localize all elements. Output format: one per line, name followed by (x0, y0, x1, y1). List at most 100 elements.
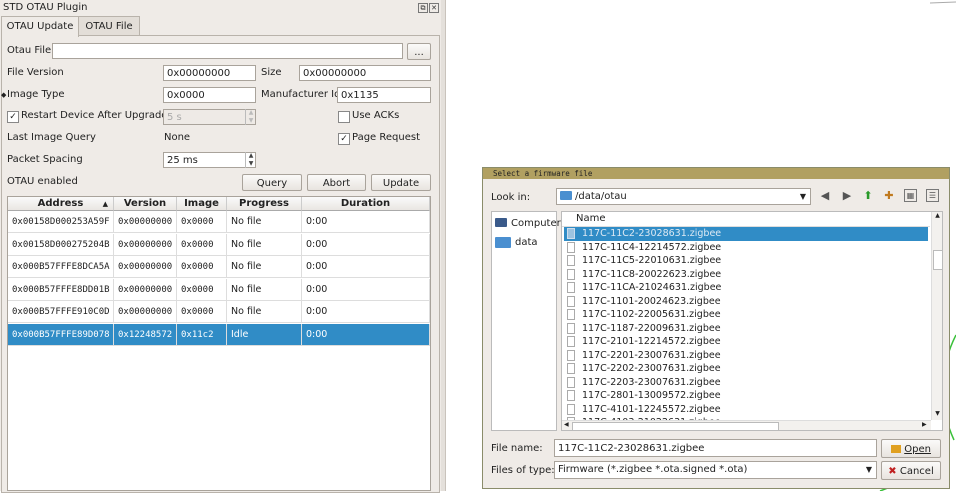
detail-view-icon[interactable]: ☰ (926, 189, 939, 202)
packet-spacing-spin-arrows[interactable]: ▲ ▼ (245, 152, 256, 168)
use-acks-checkbox[interactable] (338, 111, 350, 123)
cell-image: 0x0000 (177, 211, 227, 233)
place-data-label: data (515, 237, 538, 248)
manufacturer-id-field[interactable]: 0x1135 (337, 87, 431, 103)
cancel-button[interactable]: ✖ Cancel (881, 461, 941, 480)
dock-splitter[interactable] (441, 0, 446, 491)
file-version-field[interactable]: 0x00000000 (163, 65, 256, 81)
new-folder-icon[interactable]: ✚ (882, 189, 896, 203)
float-icon[interactable]: ⧉ (418, 3, 428, 13)
row-marker-icon: ◆ (1, 91, 7, 99)
file-list-item[interactable]: 117C-4101-12245572.zigbee (564, 403, 928, 417)
scroll-up-icon[interactable]: ▲ (932, 212, 942, 219)
file-list-item[interactable]: 117C-11C2-23028631.zigbee (564, 227, 928, 241)
dialog-title: Select a firmware file (483, 168, 949, 179)
cell-version: 0x00000000 (114, 301, 177, 323)
page-request-checkbox[interactable]: ✓ (338, 133, 350, 145)
file-name: 117C-11C8-20022623.zigbee (582, 268, 722, 280)
column-header-address-label: Address (37, 198, 84, 209)
packet-spacing-label: Packet Spacing (7, 154, 83, 165)
file-icon (567, 376, 575, 388)
file-icon (567, 228, 575, 239)
column-header-progress[interactable]: Progress (227, 197, 302, 211)
vertical-scrollbar[interactable]: ▲ ▼ (931, 212, 942, 420)
restart-delay-spinbox[interactable]: 5 s (163, 109, 256, 125)
otau-plugin-dock: STD OTAU Plugin ⧉ ✕ OTAU Update OTAU Fil… (0, 0, 441, 493)
file-list-item[interactable]: 117C-11CA-21024631.zigbee (564, 281, 928, 295)
image-type-field[interactable]: 0x0000 (163, 87, 256, 103)
table-row[interactable]: 0x000B57FFFE8DD01B 0x00000000 0x0000 No fil… (8, 278, 430, 301)
chevron-down-icon: ▼ (865, 465, 872, 474)
size-field[interactable]: 0x00000000 (299, 65, 431, 81)
scrollbar-thumb[interactable] (933, 250, 942, 270)
abort-button[interactable]: Abort (307, 174, 366, 191)
table-row[interactable]: 0x000B57FFFE89D078 0x12248572 0x11c2 Idle 0:… (8, 323, 430, 346)
parent-directory-icon[interactable]: ⬆ (861, 189, 875, 203)
otau-enabled-label: OTAU enabled (7, 176, 78, 187)
column-header-image[interactable]: Image (177, 197, 227, 211)
file-name: 117C-1187-22009631.zigbee (582, 322, 721, 334)
table-row[interactable]: 0x000B57FFFE8DCA5A 0x00000000 0x0000 No fil… (8, 256, 430, 278)
file-list-item[interactable]: 117C-11C4-12214572.zigbee (564, 241, 928, 255)
cell-image: 0x0000 (177, 233, 227, 256)
list-view-icon[interactable]: ▦ (904, 189, 917, 202)
table-row[interactable]: 0x00158D000253A59F 0x00000000 0x0000 No fil… (8, 211, 430, 233)
scroll-left-icon[interactable]: ◀ (564, 421, 569, 428)
file-list-item[interactable]: 117C-11C5-22010631.zigbee (564, 254, 928, 268)
restart-checkbox[interactable]: ✓ (7, 111, 19, 123)
file-list-item[interactable]: 117C-1102-22005631.zigbee (564, 308, 928, 322)
file-list-item[interactable]: 117C-11C8-20022623.zigbee (564, 268, 928, 282)
look-in-combo[interactable]: /data/otau ▼ (556, 188, 811, 205)
back-icon[interactable]: ◀ (818, 189, 832, 203)
open-button[interactable]: Open (881, 439, 941, 458)
cell-address: 0x00158D000253A59F (8, 211, 114, 233)
cell-duration: 0:00 (302, 301, 430, 323)
file-name-input[interactable]: 117C-11C2-23028631.zigbee (554, 439, 877, 457)
table-row[interactable]: 0x000B57FFFE910C0D 0x00000000 0x0000 No fil… (8, 301, 430, 323)
file-name: 117C-2202-23007631.zigbee (582, 363, 721, 374)
packet-spacing-spinbox[interactable]: 25 ms (163, 152, 256, 168)
size-label: Size (261, 67, 282, 78)
file-list-item[interactable]: 117C-2801-13009572.zigbee (564, 389, 928, 403)
cell-progress: No file (227, 278, 302, 301)
file-name: 117C-2801-13009572.zigbee (582, 390, 721, 401)
file-list-item[interactable]: 117C-1187-22009631.zigbee (564, 322, 928, 336)
h-scrollbar-thumb[interactable] (572, 422, 779, 430)
restart-label: Restart Device After Upgrade (21, 110, 168, 121)
tab-otau-update[interactable]: OTAU Update (1, 16, 79, 37)
column-header-duration[interactable]: Duration (302, 197, 430, 211)
file-icon (567, 322, 575, 334)
manufacturer-id-label: Manufacturer Id (261, 89, 341, 100)
file-list-item[interactable]: 117C-2203-23007631.zigbee (564, 376, 928, 390)
table-row[interactable]: 0x00158D000275204B 0x00000000 0x0000 No fil… (8, 233, 430, 256)
close-icon[interactable]: ✕ (429, 3, 439, 13)
file-list: Name 117C-11C2-23028631.zigbee 117C-11C4-… (561, 211, 943, 431)
file-icon (567, 363, 575, 374)
otau-file-field[interactable] (52, 43, 403, 59)
file-list-item[interactable]: 117C-1101-20024623.zigbee (564, 295, 928, 309)
horizontal-scrollbar[interactable]: ◀ ▶ (562, 420, 931, 430)
browse-button[interactable]: ... (407, 43, 431, 60)
restart-delay-spin-arrows[interactable]: ▲ ▼ (245, 109, 256, 125)
scroll-right-icon[interactable]: ▶ (922, 421, 927, 428)
cell-version: 0x00000000 (114, 211, 177, 233)
file-list-item[interactable]: 117C-2202-23007631.zigbee (564, 362, 928, 376)
column-header-version[interactable]: Version (114, 197, 177, 211)
file-list-item[interactable]: 117C-2101-12214572.zigbee (564, 335, 928, 349)
cell-duration: 0:00 (302, 323, 430, 346)
forward-icon[interactable]: ▶ (840, 189, 854, 203)
update-button[interactable]: Update (371, 174, 431, 191)
query-button[interactable]: Query (242, 174, 302, 191)
column-header-address[interactable]: Address ▲ (8, 197, 114, 211)
files-of-type-combo[interactable]: Firmware (*.zigbee *.ota.signed *.ota) ▼ (554, 461, 877, 479)
file-icon (567, 295, 575, 307)
tab-otau-file[interactable]: OTAU File (78, 16, 140, 36)
file-list-item[interactable]: 117C-2201-23007631.zigbee (564, 349, 928, 363)
computer-icon (495, 218, 507, 227)
file-icon (567, 282, 575, 293)
open-folder-icon (891, 445, 902, 453)
file-name: 117C-2203-23007631.zigbee (582, 376, 721, 388)
name-column-header[interactable]: Name (562, 212, 930, 227)
scroll-down-icon[interactable]: ▼ (932, 410, 942, 417)
folder-icon (495, 237, 511, 248)
